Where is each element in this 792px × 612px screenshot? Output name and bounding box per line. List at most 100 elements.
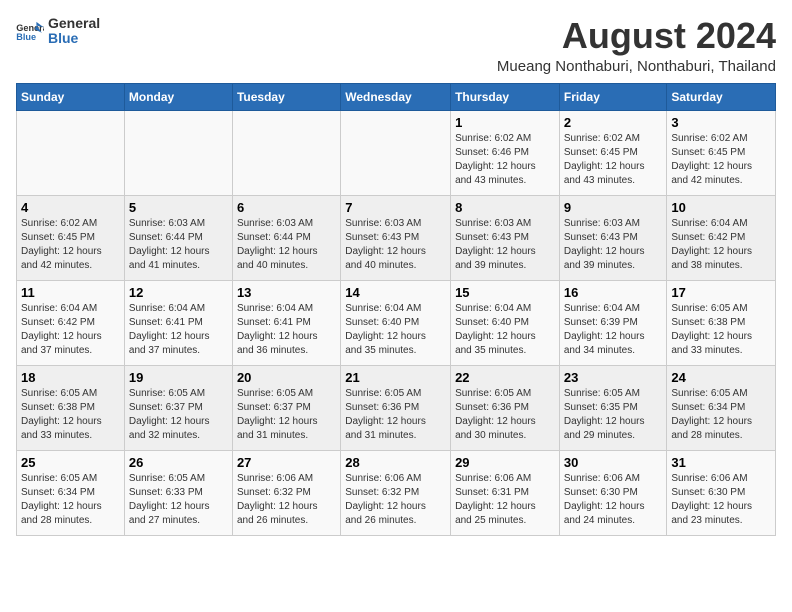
day-number: 6 [237,200,336,215]
day-number: 11 [21,285,120,300]
day-number: 31 [671,455,771,470]
calendar-cell: 11 Sunrise: 6:04 AM Sunset: 6:42 PM Dayli… [17,280,125,365]
day-info: Sunrise: 6:04 AM Sunset: 6:42 PM Dayligh… [671,217,771,273]
day-number: 23 [564,370,663,385]
day-info: Sunrise: 6:02 AM Sunset: 6:45 PM Dayligh… [564,132,663,188]
calendar-cell: 10 Sunrise: 6:04 AM Sunset: 6:42 PM Dayli… [667,195,776,280]
calendar-cell: 26 Sunrise: 6:05 AM Sunset: 6:33 PM Dayli… [124,450,232,535]
day-info: Sunrise: 6:05 AM Sunset: 6:33 PM Dayligh… [129,472,228,528]
calendar-cell: 17 Sunrise: 6:05 AM Sunset: 6:38 PM Dayli… [667,280,776,365]
day-info: Sunrise: 6:03 AM Sunset: 6:43 PM Dayligh… [564,217,663,273]
day-info: Sunrise: 6:05 AM Sunset: 6:36 PM Dayligh… [455,387,555,443]
day-number: 29 [455,455,555,470]
day-number: 2 [564,115,663,130]
day-info: Sunrise: 6:06 AM Sunset: 6:31 PM Dayligh… [455,472,555,528]
weekday-header-thursday: Thursday [451,83,560,110]
day-number: 21 [345,370,446,385]
day-number: 10 [671,200,771,215]
calendar-cell: 31Sunrise: 6:06 AM Sunset: 6:30 PM Dayli… [667,450,776,535]
calendar-cell: 19Sunrise: 6:05 AM Sunset: 6:37 PM Dayli… [124,365,232,450]
calendar-cell: 18 Sunrise: 6:05 AM Sunset: 6:38 PM Dayli… [17,365,125,450]
calendar-cell: 20 Sunrise: 6:05 AM Sunset: 6:37 PM Dayli… [232,365,340,450]
day-number: 20 [237,370,336,385]
calendar-cell [232,110,340,195]
day-number: 18 [21,370,120,385]
calendar-cell: 14 Sunrise: 6:04 AM Sunset: 6:40 PM Dayli… [341,280,451,365]
calendar-table: SundayMondayTuesdayWednesdayThursdayFrid… [16,83,776,536]
day-info: Sunrise: 6:05 AM Sunset: 6:38 PM Dayligh… [21,387,120,443]
day-info: Sunrise: 6:04 AM Sunset: 6:42 PM Dayligh… [21,302,120,358]
logo-bird-icon: General Blue [16,20,44,42]
weekday-header-sunday: Sunday [17,83,125,110]
day-info: Sunrise: 6:05 AM Sunset: 6:34 PM Dayligh… [21,472,120,528]
logo-blue-text: Blue [48,31,100,46]
day-number: 3 [671,115,771,130]
day-number: 24 [671,370,771,385]
day-number: 28 [345,455,446,470]
calendar-cell: 29 Sunrise: 6:06 AM Sunset: 6:31 PM Dayli… [451,450,560,535]
day-info: Sunrise: 6:03 AM Sunset: 6:43 PM Dayligh… [345,217,446,273]
day-info: Sunrise: 6:04 AM Sunset: 6:41 PM Dayligh… [237,302,336,358]
calendar-cell: 16 Sunrise: 6:04 AM Sunset: 6:39 PM Dayli… [559,280,667,365]
day-info: Sunrise: 6:05 AM Sunset: 6:37 PM Dayligh… [237,387,336,443]
day-info: Sunrise: 6:04 AM Sunset: 6:39 PM Dayligh… [564,302,663,358]
week-row-2: 4 Sunrise: 6:02 AM Sunset: 6:45 PM Daylig… [17,195,776,280]
calendar-cell: 22 Sunrise: 6:05 AM Sunset: 6:36 PM Dayli… [451,365,560,450]
calendar-cell [124,110,232,195]
day-info: Sunrise: 6:06 AM Sunset: 6:32 PM Dayligh… [345,472,446,528]
day-number: 15 [455,285,555,300]
svg-text:Blue: Blue [16,33,36,43]
calendar-cell [341,110,451,195]
calendar-cell: 12 Sunrise: 6:04 AM Sunset: 6:41 PM Dayli… [124,280,232,365]
day-info: Sunrise: 6:03 AM Sunset: 6:44 PM Dayligh… [237,217,336,273]
month-year: August 2024 [497,16,776,56]
title-area: August 2024 Mueang Nonthaburi, Nonthabur… [497,16,776,75]
day-info: Sunrise: 6:03 AM Sunset: 6:43 PM Dayligh… [455,217,555,273]
calendar-cell: 4 Sunrise: 6:02 AM Sunset: 6:45 PM Daylig… [17,195,125,280]
day-number: 4 [21,200,120,215]
calendar-cell: 7 Sunrise: 6:03 AM Sunset: 6:43 PM Daylig… [341,195,451,280]
day-number: 12 [129,285,228,300]
day-number: 26 [129,455,228,470]
day-number: 14 [345,285,446,300]
week-row-3: 11 Sunrise: 6:04 AM Sunset: 6:42 PM Dayli… [17,280,776,365]
day-number: 8 [455,200,555,215]
weekday-header-wednesday: Wednesday [341,83,451,110]
calendar-cell: 25 Sunrise: 6:05 AM Sunset: 6:34 PM Dayli… [17,450,125,535]
day-info: Sunrise: 6:05 AM Sunset: 6:38 PM Dayligh… [671,302,771,358]
day-info: Sunrise: 6:05 AM Sunset: 6:34 PM Dayligh… [671,387,771,443]
day-info: Sunrise: 6:02 AM Sunset: 6:45 PM Dayligh… [671,132,771,188]
day-number: 7 [345,200,446,215]
day-number: 13 [237,285,336,300]
day-number: 17 [671,285,771,300]
calendar-cell: 21Sunrise: 6:05 AM Sunset: 6:36 PM Dayli… [341,365,451,450]
day-number: 9 [564,200,663,215]
calendar-cell: 15 Sunrise: 6:04 AM Sunset: 6:40 PM Dayli… [451,280,560,365]
day-info: Sunrise: 6:04 AM Sunset: 6:40 PM Dayligh… [455,302,555,358]
calendar-cell: 6 Sunrise: 6:03 AM Sunset: 6:44 PM Daylig… [232,195,340,280]
day-number: 1 [455,115,555,130]
weekday-header-row: SundayMondayTuesdayWednesdayThursdayFrid… [17,83,776,110]
header: General Blue General Blue August 2024 Mu… [16,16,776,75]
calendar-cell: 9 Sunrise: 6:03 AM Sunset: 6:43 PM Daylig… [559,195,667,280]
day-number: 25 [21,455,120,470]
day-info: Sunrise: 6:04 AM Sunset: 6:40 PM Dayligh… [345,302,446,358]
location: Mueang Nonthaburi, Nonthaburi, Thailand [497,58,776,75]
week-row-4: 18 Sunrise: 6:05 AM Sunset: 6:38 PM Dayli… [17,365,776,450]
calendar-header: SundayMondayTuesdayWednesdayThursdayFrid… [17,83,776,110]
calendar-cell: 23 Sunrise: 6:05 AM Sunset: 6:35 PM Dayli… [559,365,667,450]
calendar-cell: 24 Sunrise: 6:05 AM Sunset: 6:34 PM Dayli… [667,365,776,450]
day-info: Sunrise: 6:02 AM Sunset: 6:45 PM Dayligh… [21,217,120,273]
day-info: Sunrise: 6:04 AM Sunset: 6:41 PM Dayligh… [129,302,228,358]
calendar-cell: 27Sunrise: 6:06 AM Sunset: 6:32 PM Dayli… [232,450,340,535]
day-number: 16 [564,285,663,300]
calendar-cell: 13 Sunrise: 6:04 AM Sunset: 6:41 PM Dayli… [232,280,340,365]
day-info: Sunrise: 6:05 AM Sunset: 6:35 PM Dayligh… [564,387,663,443]
calendar-cell: 2 Sunrise: 6:02 AM Sunset: 6:45 PM Daylig… [559,110,667,195]
weekday-header-tuesday: Tuesday [232,83,340,110]
day-number: 5 [129,200,228,215]
day-number: 22 [455,370,555,385]
calendar-body: 1Sunrise: 6:02 AM Sunset: 6:46 PM Daylig… [17,110,776,535]
day-number: 19 [129,370,228,385]
day-info: Sunrise: 6:06 AM Sunset: 6:32 PM Dayligh… [237,472,336,528]
